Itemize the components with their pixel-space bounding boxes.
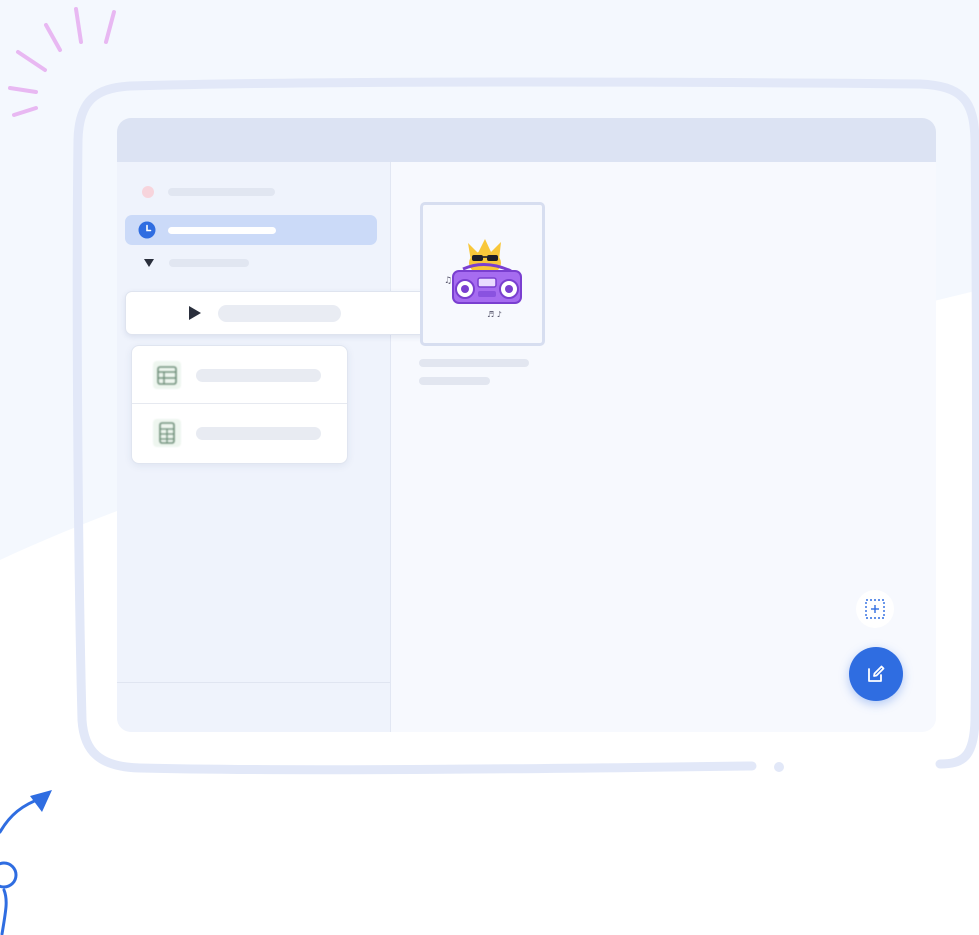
sidebar-item-1[interactable] bbox=[142, 186, 275, 198]
file-meta-placeholder bbox=[419, 377, 490, 385]
boombox-cat-sticker-icon: ♫ ♬ ♪ bbox=[444, 239, 522, 319]
sidebar-footer-divider bbox=[117, 682, 390, 683]
sidebar-item-label-placeholder bbox=[168, 226, 276, 234]
play-icon[interactable] bbox=[189, 306, 201, 320]
edit-icon bbox=[868, 665, 885, 682]
popup-card bbox=[131, 345, 348, 464]
card-item-table-doc[interactable] bbox=[132, 346, 347, 404]
clock-icon bbox=[138, 221, 156, 239]
file-tile[interactable]: ♫ ♬ ♪ bbox=[420, 202, 545, 346]
sidebar-item-folder[interactable] bbox=[144, 259, 249, 267]
card-item-label-placeholder bbox=[196, 426, 321, 440]
svg-text:♫: ♫ bbox=[444, 276, 452, 286]
svg-text:♬ ♪: ♬ ♪ bbox=[487, 310, 502, 319]
card-item-label-placeholder bbox=[196, 368, 321, 382]
title-bar bbox=[117, 118, 936, 162]
add-frame-button[interactable] bbox=[856, 590, 894, 628]
red-dot-icon bbox=[142, 186, 154, 198]
compose-button[interactable] bbox=[849, 647, 903, 701]
card-item-grid-doc[interactable] bbox=[132, 404, 347, 462]
row-label-placeholder bbox=[218, 304, 341, 322]
sidebar-item-label-placeholder bbox=[168, 188, 275, 196]
sidebar-item-recent[interactable] bbox=[125, 215, 377, 245]
table-doc-icon bbox=[153, 361, 181, 389]
add-frame-icon bbox=[865, 599, 885, 619]
triangle-down-icon bbox=[144, 259, 154, 267]
file-title-placeholder bbox=[419, 359, 529, 367]
dragged-row[interactable] bbox=[125, 291, 466, 335]
grid-doc-icon bbox=[153, 419, 181, 447]
sidebar-item-label-placeholder bbox=[169, 259, 249, 267]
